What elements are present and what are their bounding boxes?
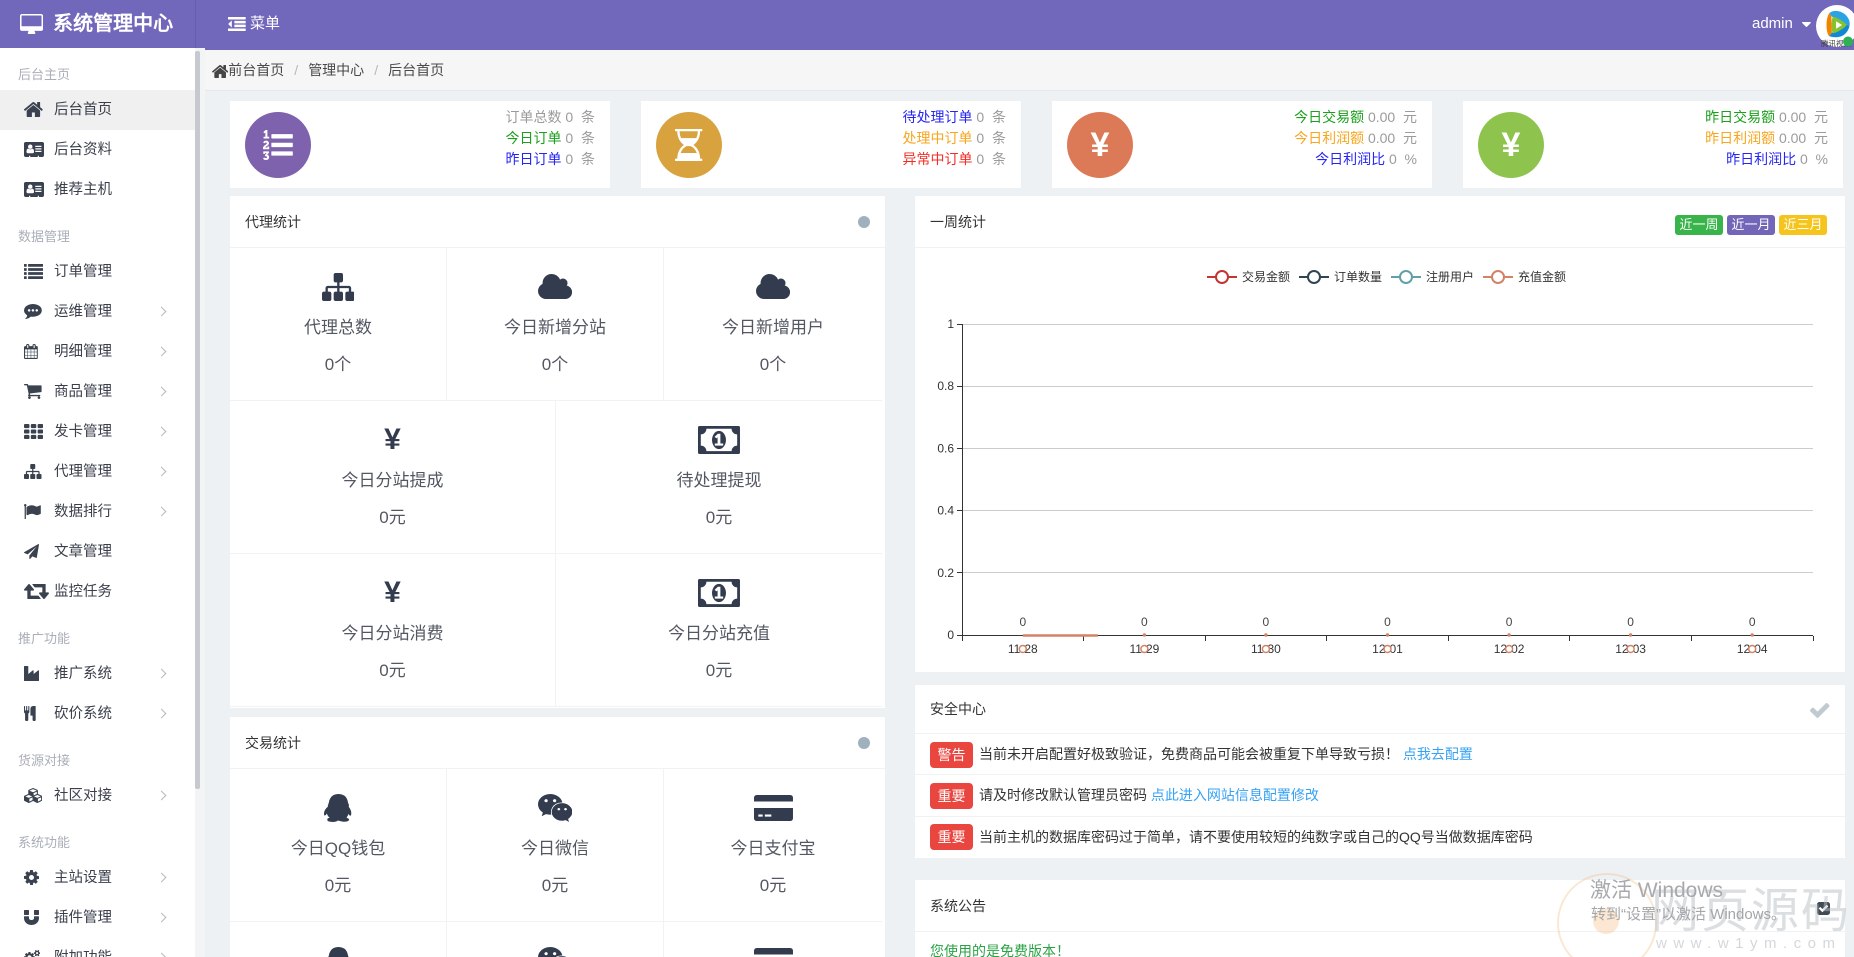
svg-text:1: 1 [947,317,954,331]
svg-text:充值金额: 充值金额 [1518,269,1566,284]
svg-text:0: 0 [1627,615,1634,629]
svg-text:0: 0 [947,628,954,642]
svg-text:0: 0 [1384,615,1391,629]
svg-text:0.4: 0.4 [937,504,954,518]
svg-text:0: 0 [1141,615,1148,629]
svg-text:0.8: 0.8 [937,379,954,393]
svg-text:0.2: 0.2 [937,566,954,580]
svg-text:0: 0 [1019,615,1026,629]
svg-text:0: 0 [1749,615,1756,629]
svg-text:0: 0 [1263,615,1270,629]
svg-text:0.6: 0.6 [937,441,954,455]
svg-text:交易金额: 交易金额 [1242,269,1290,284]
svg-text:注册用户: 注册用户 [1426,269,1474,284]
svg-text:0: 0 [1506,615,1513,629]
svg-text:订单数量: 订单数量 [1334,269,1382,284]
